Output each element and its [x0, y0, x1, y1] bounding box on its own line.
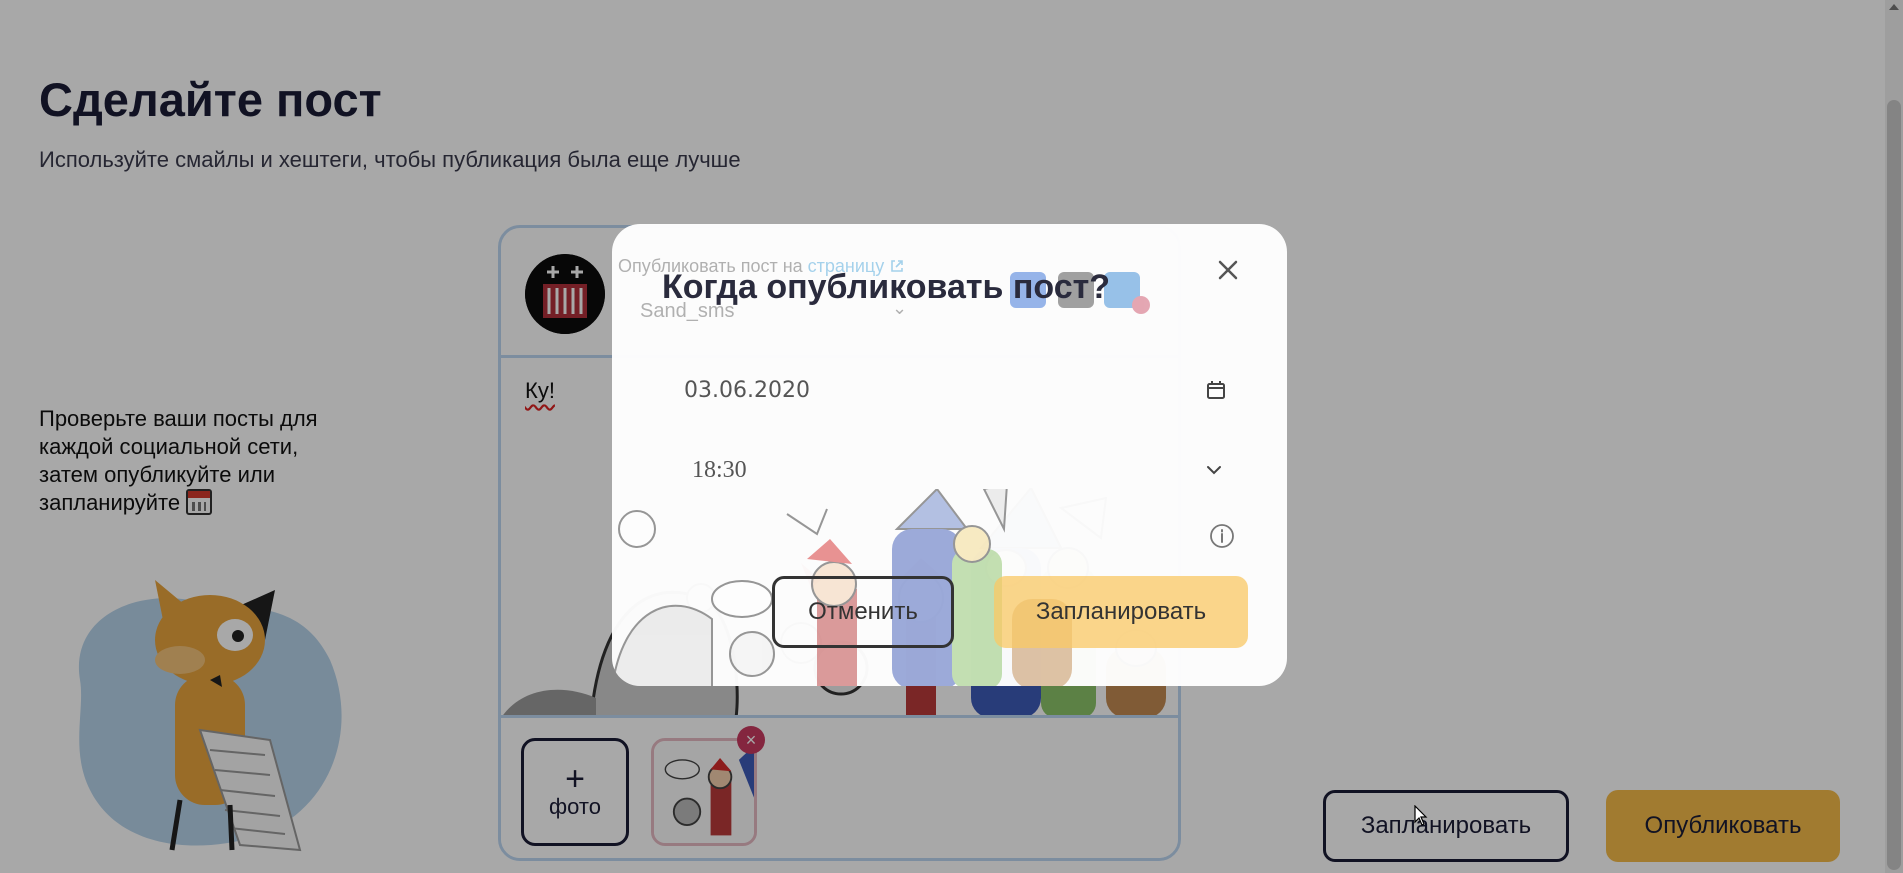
time-value: 18:30 — [692, 456, 747, 483]
mouse-cursor-icon — [1414, 805, 1428, 826]
notification-dot — [1132, 296, 1150, 314]
chevron-down-icon[interactable] — [1202, 458, 1226, 482]
schedule-modal: Опубликовать пост на страницу Sand_sms ⌄… — [612, 224, 1287, 686]
close-icon[interactable] — [1212, 254, 1244, 286]
info-icon[interactable] — [1209, 523, 1235, 549]
date-field[interactable]: 03.06.2020 — [662, 364, 1242, 416]
date-value: 03.06.2020 — [684, 377, 810, 403]
confirm-schedule-button[interactable]: Запланировать — [994, 576, 1248, 648]
calendar-icon[interactable] — [1204, 378, 1228, 402]
cancel-button[interactable]: Отменить — [772, 576, 954, 648]
modal-title: Когда опубликовать пост? — [662, 268, 1111, 306]
